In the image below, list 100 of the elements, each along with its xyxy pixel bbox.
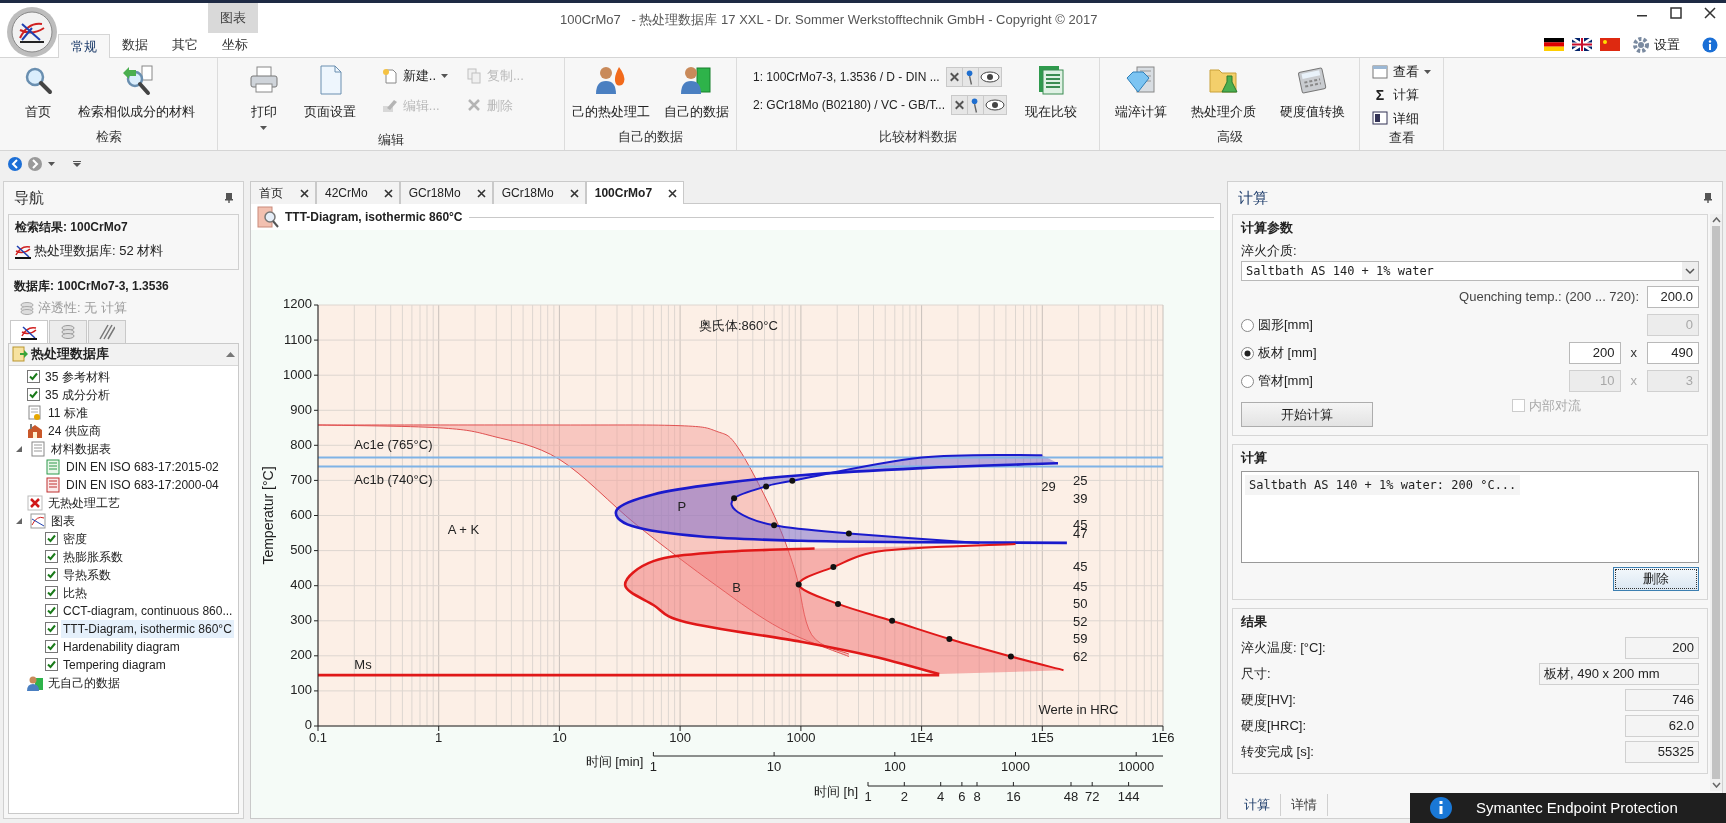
input-field[interactable]: 490: [1647, 342, 1699, 364]
pin-icon[interactable]: [225, 193, 233, 203]
ribbon-small-button[interactable]: 查看: [1372, 62, 1431, 82]
tree-item-label[interactable]: 材料数据表: [49, 439, 113, 458]
close-icon[interactable]: [1704, 7, 1716, 19]
close-icon[interactable]: [476, 188, 486, 198]
stack-icon: [60, 323, 76, 340]
checkbox[interactable]: [45, 658, 58, 671]
tree-item-label[interactable]: 无自己的数据: [46, 673, 122, 692]
tree-item-label[interactable]: 热膨胀系数: [61, 547, 125, 566]
british-flag-icon[interactable]: [1572, 38, 1592, 52]
ribbon-button[interactable]: 打印: [241, 62, 286, 130]
tree-item-label[interactable]: 比热: [61, 583, 89, 602]
collapse-icon[interactable]: [226, 351, 235, 357]
tree-item-label[interactable]: 图表: [49, 511, 77, 530]
hardness-value: 45: [1073, 558, 1088, 574]
tree-item-label[interactable]: 11 标准: [46, 403, 90, 422]
list-item[interactable]: Saltbath AS 140 + 1% water: 200 °C...: [1245, 475, 1521, 495]
axis-tick-label: 144: [1117, 789, 1140, 804]
checkbox[interactable]: [45, 622, 58, 635]
input-field[interactable]: 200: [1568, 342, 1621, 364]
tree-item-label[interactable]: 35 参考材料: [43, 367, 112, 386]
ribbon-tab[interactable]: 坐标: [210, 33, 260, 57]
document-tab[interactable]: 100CrMo7: [585, 181, 685, 204]
close-icon[interactable]: [569, 188, 579, 198]
ribbon-button[interactable]: 热处理介质: [1184, 62, 1262, 122]
tree-item-label[interactable]: 导热系数: [61, 565, 113, 584]
tree-item-label[interactable]: 35 成分分析: [43, 385, 112, 404]
axis-tick-label: 100: [883, 759, 906, 774]
checkbox[interactable]: [45, 532, 58, 545]
document-tab[interactable]: 首页: [250, 181, 316, 204]
checkbox[interactable]: [45, 586, 58, 599]
checkbox[interactable]: [27, 370, 40, 383]
ribbon-button[interactable]: 检索相似成分的材料: [72, 62, 201, 122]
tree-item-label[interactable]: TTT-Diagram, isothermic 860°C: [61, 619, 234, 638]
document-tab[interactable]: 42CrMo: [316, 181, 400, 204]
checkbox[interactable]: [45, 604, 58, 617]
close-icon[interactable]: [383, 188, 393, 198]
output-field: 62.0: [1625, 715, 1699, 737]
scrollbar[interactable]: [1710, 214, 1722, 791]
ribbon-button[interactable]: 现在比较: [1019, 62, 1084, 122]
customize-caret-icon[interactable]: [73, 161, 81, 167]
start-calculation-button[interactable]: 开始计算: [1241, 402, 1373, 427]
document-tab[interactable]: GCr18Mo: [399, 181, 493, 204]
panel-tab[interactable]: 计算: [1234, 793, 1281, 816]
close-icon[interactable]: [668, 188, 678, 198]
checkbox[interactable]: [45, 640, 58, 653]
tree-item-label[interactable]: 密度: [61, 529, 89, 548]
ribbon-button[interactable]: 端淬计算: [1108, 62, 1173, 122]
expander-icon[interactable]: [15, 444, 23, 453]
ribbon-tab[interactable]: 常规: [58, 34, 110, 58]
radio-option[interactable]: 板材 [mm]: [1241, 343, 1317, 363]
scroll-up-icon[interactable]: [1711, 217, 1721, 223]
axis-title: 时间 [min]: [585, 754, 644, 769]
sigma-icon: Σ: [1372, 84, 1388, 106]
input-field[interactable]: 200.0: [1647, 286, 1699, 308]
ribbon-tab[interactable]: 数据: [110, 33, 160, 57]
ribbon-button[interactable]: 己的热处理工: [571, 62, 651, 122]
radio-option[interactable]: 圆形[mm]: [1241, 315, 1313, 335]
dropdown-caret-icon[interactable]: [48, 162, 55, 166]
icon-tab[interactable]: [10, 319, 48, 344]
chinese-flag-icon[interactable]: [1600, 38, 1620, 52]
ribbon-tab[interactable]: 其它: [160, 33, 210, 57]
delete-button[interactable]: 删除: [1613, 567, 1699, 591]
chart-label: B: [732, 579, 741, 595]
tree-item-label[interactable]: CCT-diagram, continuous 860...: [61, 601, 235, 620]
document-tab[interactable]: GCr18Mo: [492, 181, 586, 204]
info-icon[interactable]: [1702, 36, 1718, 53]
eye-icon[interactable]: [984, 96, 1007, 114]
panel-title: 计算: [1238, 187, 1268, 208]
checkbox[interactable]: [45, 568, 58, 581]
tree-item-label[interactable]: Hardenability diagram: [61, 637, 182, 656]
ribbon-button[interactable]: 首页: [16, 62, 60, 122]
tree-item-label[interactable]: DIN EN ISO 683-17:2000-04: [64, 475, 221, 494]
panel-tab[interactable]: 详情: [1281, 793, 1328, 816]
ribbon-small-button[interactable]: 详细: [1372, 108, 1431, 128]
close-icon[interactable]: [300, 188, 309, 198]
tree-item-label[interactable]: DIN EN ISO 683-17:2015-02: [64, 457, 221, 476]
settings-button[interactable]: 设置: [1632, 35, 1680, 55]
ribbon-small-button[interactable]: Σ 计算: [1372, 84, 1431, 106]
eye-icon[interactable]: [978, 68, 1001, 86]
axis-tick-label: 1E6: [1151, 730, 1175, 745]
output-field: 板材, 490 x 200 mm: [1539, 663, 1699, 685]
tree-item-label[interactable]: 无热处理工艺: [46, 493, 122, 512]
dropdown-field[interactable]: Saltbath AS 140 + 1% water: [1241, 261, 1699, 281]
ribbon-button[interactable]: 硬度值转换: [1273, 62, 1351, 122]
search-result-item[interactable]: 热处理数据库: 52 材料: [15, 241, 232, 261]
pin-icon[interactable]: [1704, 193, 1712, 203]
german-flag-icon[interactable]: [1544, 38, 1564, 52]
ribbon-button[interactable]: 页面设置: [297, 62, 362, 122]
checkbox[interactable]: [45, 550, 58, 563]
expander-icon[interactable]: [15, 516, 23, 525]
ribbon-small-button[interactable]: 新建..: [381, 66, 448, 86]
tree-item-label[interactable]: 24 供应商: [46, 421, 103, 440]
checkbox[interactable]: [27, 388, 40, 401]
tree-item-label[interactable]: Tempering diagram: [61, 655, 168, 674]
radio-option[interactable]: 管材[mm]: [1241, 371, 1313, 391]
maximize-icon[interactable]: [1670, 7, 1682, 19]
ribbon-button[interactable]: 自己的数据: [662, 62, 730, 122]
scroll-down-icon[interactable]: [1711, 782, 1721, 788]
